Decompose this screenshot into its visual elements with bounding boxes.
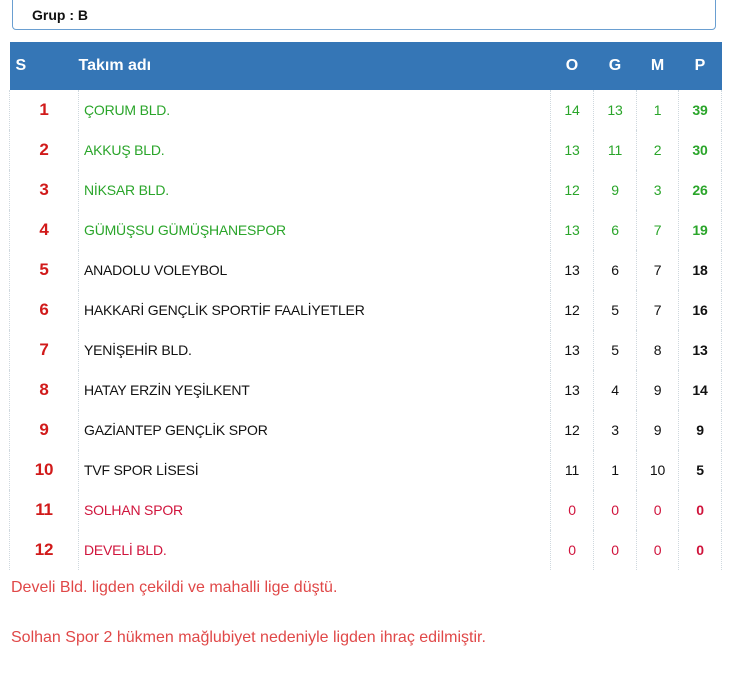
won-cell: 3 bbox=[593, 410, 637, 450]
won-cell: 1 bbox=[593, 450, 637, 490]
points-cell: 0 bbox=[678, 490, 722, 530]
team-name-cell: HATAY ERZİN YEŞİLKENT bbox=[78, 370, 551, 410]
table-row: 10 TVF SPOR LİSESİ 11 1 10 5 bbox=[9, 450, 722, 490]
lost-cell: 3 bbox=[636, 170, 679, 210]
points-cell: 19 bbox=[678, 210, 722, 250]
won-cell: 0 bbox=[593, 490, 637, 530]
points-cell: 30 bbox=[678, 130, 722, 170]
lost-cell: 1 bbox=[636, 90, 679, 130]
team-name-cell: ANADOLU VOLEYBOL bbox=[78, 250, 551, 290]
points-cell: 9 bbox=[678, 410, 722, 450]
lost-cell: 9 bbox=[636, 370, 679, 410]
points-cell: 5 bbox=[678, 450, 722, 490]
played-cell: 12 bbox=[550, 410, 594, 450]
lost-cell: 2 bbox=[636, 130, 679, 170]
team-name-cell: GÜMÜŞSU GÜMÜŞHANESPOR bbox=[78, 210, 551, 250]
played-cell: 13 bbox=[550, 210, 594, 250]
played-cell: 11 bbox=[550, 450, 594, 490]
col-header-points: P bbox=[694, 57, 706, 74]
col-header-team-name: Takım adı bbox=[78, 57, 152, 74]
table-row: 7 YENİŞEHİR BLD. 13 5 8 13 bbox=[9, 330, 722, 370]
won-cell: 6 bbox=[593, 250, 637, 290]
table-header-row: S Takım adı O G M P bbox=[9, 42, 722, 90]
points-cell: 0 bbox=[678, 530, 722, 570]
table-row: 6 HAKKARİ GENÇLİK SPORTİF FAALİYETLER 12 5 7… bbox=[9, 290, 722, 330]
won-cell: 4 bbox=[593, 370, 637, 410]
won-cell: 5 bbox=[593, 290, 637, 330]
table-row: 12 DEVELİ BLD. 0 0 0 0 bbox=[9, 530, 722, 570]
note-solhan: Solhan Spor 2 hükmen mağlubiyet nedeniyl… bbox=[11, 629, 486, 646]
rank-cell: 6 bbox=[9, 290, 79, 330]
points-cell: 14 bbox=[678, 370, 722, 410]
won-cell: 5 bbox=[593, 330, 637, 370]
standings-table: S Takım adı O G M P 1 ÇORUM BLD. 14 13 1 39 2 A… bbox=[9, 42, 722, 570]
won-cell: 0 bbox=[593, 530, 637, 570]
points-cell: 18 bbox=[678, 250, 722, 290]
lost-cell: 0 bbox=[636, 490, 679, 530]
lost-cell: 0 bbox=[636, 530, 679, 570]
rank-cell: 8 bbox=[9, 370, 79, 410]
lost-cell: 8 bbox=[636, 330, 679, 370]
team-name-cell: ÇORUM BLD. bbox=[78, 90, 551, 130]
rank-cell: 1 bbox=[9, 90, 79, 130]
col-header-lost: M bbox=[650, 57, 665, 74]
team-name-cell: DEVELİ BLD. bbox=[78, 530, 551, 570]
played-cell: 14 bbox=[550, 90, 594, 130]
note-develi: Develi Bld. ligden çekildi ve mahalli li… bbox=[11, 579, 338, 596]
team-name-cell: TVF SPOR LİSESİ bbox=[78, 450, 551, 490]
points-cell: 26 bbox=[678, 170, 722, 210]
col-header-played: O bbox=[565, 57, 579, 74]
team-name-cell: AKKUŞ BLD. bbox=[78, 130, 551, 170]
group-label: Grup : B bbox=[32, 7, 88, 23]
table-row: 2 AKKUŞ BLD. 13 11 2 30 bbox=[9, 130, 722, 170]
rank-cell: 3 bbox=[9, 170, 79, 210]
team-name-cell: YENİŞEHİR BLD. bbox=[78, 330, 551, 370]
played-cell: 12 bbox=[550, 290, 594, 330]
rank-cell: 12 bbox=[9, 530, 79, 570]
team-name-cell: HAKKARİ GENÇLİK SPORTİF FAALİYETLER bbox=[78, 290, 551, 330]
played-cell: 13 bbox=[550, 250, 594, 290]
rank-cell: 5 bbox=[9, 250, 79, 290]
points-cell: 16 bbox=[678, 290, 722, 330]
table-row: 9 GAZİANTEP GENÇLİK SPOR 12 3 9 9 bbox=[9, 410, 722, 450]
table-row: 11 SOLHAN SPOR 0 0 0 0 bbox=[9, 490, 722, 530]
lost-cell: 7 bbox=[636, 250, 679, 290]
team-name-cell: GAZİANTEP GENÇLİK SPOR bbox=[78, 410, 551, 450]
table-row: 5 ANADOLU VOLEYBOL 13 6 7 18 bbox=[9, 250, 722, 290]
rank-cell: 10 bbox=[9, 450, 79, 490]
lost-cell: 10 bbox=[636, 450, 679, 490]
rank-cell: 4 bbox=[9, 210, 79, 250]
won-cell: 11 bbox=[593, 130, 637, 170]
lost-cell: 9 bbox=[636, 410, 679, 450]
played-cell: 13 bbox=[550, 130, 594, 170]
table-row: 1 ÇORUM BLD. 14 13 1 39 bbox=[9, 90, 722, 130]
points-cell: 13 bbox=[678, 330, 722, 370]
table-row: 8 HATAY ERZİN YEŞİLKENT 13 4 9 14 bbox=[9, 370, 722, 410]
table-row: 3 NİKSAR BLD. 12 9 3 26 bbox=[9, 170, 722, 210]
played-cell: 12 bbox=[550, 170, 594, 210]
won-cell: 6 bbox=[593, 210, 637, 250]
played-cell: 0 bbox=[550, 530, 594, 570]
rank-cell: 2 bbox=[9, 130, 79, 170]
lost-cell: 7 bbox=[636, 210, 679, 250]
team-name-cell: SOLHAN SPOR bbox=[78, 490, 551, 530]
played-cell: 13 bbox=[550, 330, 594, 370]
group-selector[interactable]: Grup : B bbox=[12, 0, 716, 30]
table-row: 4 GÜMÜŞSU GÜMÜŞHANESPOR 13 6 7 19 bbox=[9, 210, 722, 250]
played-cell: 13 bbox=[550, 370, 594, 410]
rank-cell: 11 bbox=[9, 490, 79, 530]
won-cell: 13 bbox=[593, 90, 637, 130]
team-name-cell: NİKSAR BLD. bbox=[78, 170, 551, 210]
col-header-rank: S bbox=[15, 57, 27, 74]
rank-cell: 7 bbox=[9, 330, 79, 370]
lost-cell: 7 bbox=[636, 290, 679, 330]
points-cell: 39 bbox=[678, 90, 722, 130]
col-header-won: G bbox=[608, 57, 622, 74]
played-cell: 0 bbox=[550, 490, 594, 530]
won-cell: 9 bbox=[593, 170, 637, 210]
rank-cell: 9 bbox=[9, 410, 79, 450]
